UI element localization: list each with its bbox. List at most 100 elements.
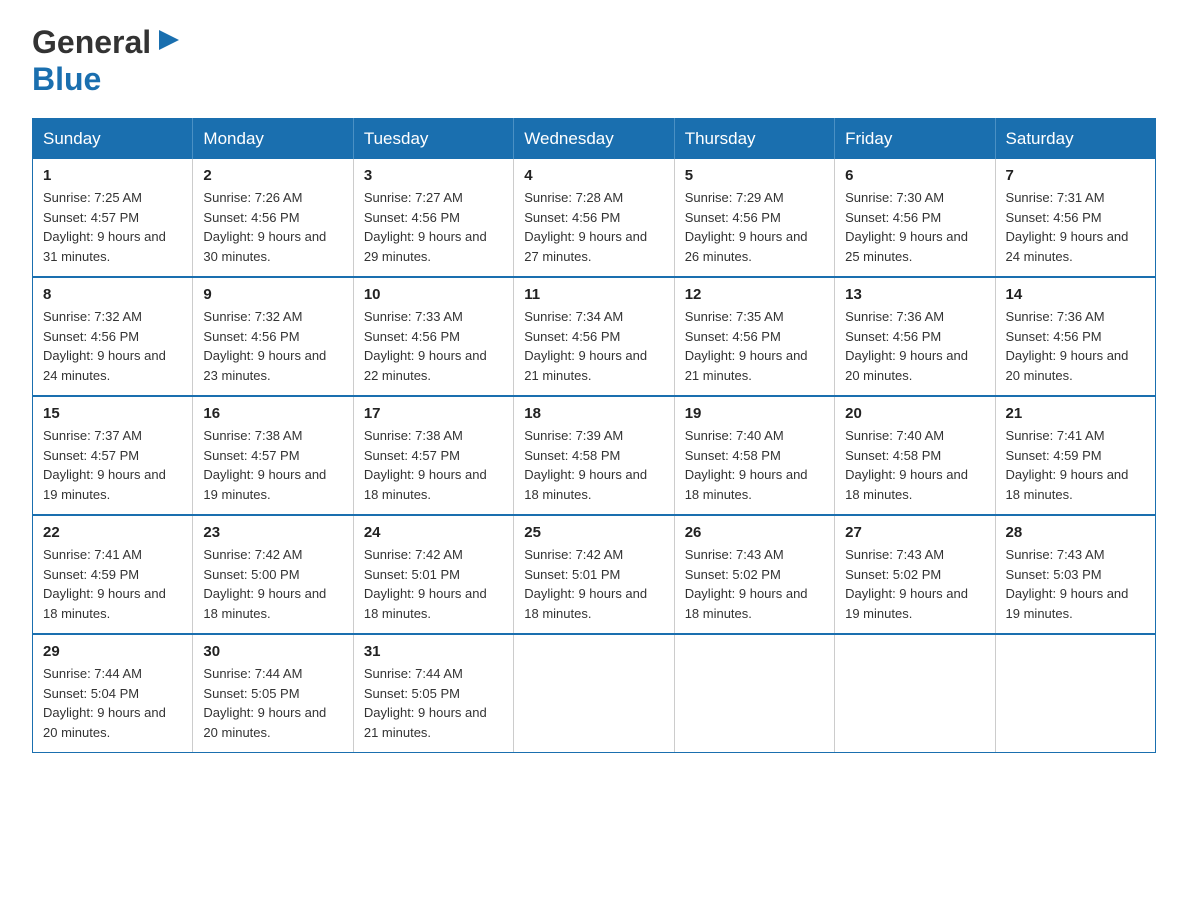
day-info: Sunrise: 7:25 AM Sunset: 4:57 PM Dayligh… — [43, 188, 182, 266]
sunrise-label: Sunrise: 7:26 AM — [203, 190, 302, 205]
sunrise-label: Sunrise: 7:35 AM — [685, 309, 784, 324]
week-row-3: 15 Sunrise: 7:37 AM Sunset: 4:57 PM Dayl… — [33, 396, 1156, 515]
daylight-label: Daylight: 9 hours and 23 minutes. — [203, 348, 326, 383]
daylight-label: Daylight: 9 hours and 18 minutes. — [1006, 467, 1129, 502]
day-info: Sunrise: 7:38 AM Sunset: 4:57 PM Dayligh… — [203, 426, 342, 504]
sunset-label: Sunset: 4:56 PM — [524, 329, 620, 344]
day-number: 3 — [364, 167, 503, 184]
calendar-cell: 31 Sunrise: 7:44 AM Sunset: 5:05 PM Dayl… — [353, 634, 513, 753]
sunset-label: Sunset: 4:56 PM — [203, 329, 299, 344]
day-info: Sunrise: 7:29 AM Sunset: 4:56 PM Dayligh… — [685, 188, 824, 266]
calendar-cell: 26 Sunrise: 7:43 AM Sunset: 5:02 PM Dayl… — [674, 515, 834, 634]
calendar-cell: 18 Sunrise: 7:39 AM Sunset: 4:58 PM Dayl… — [514, 396, 674, 515]
sunrise-label: Sunrise: 7:32 AM — [203, 309, 302, 324]
daylight-label: Daylight: 9 hours and 20 minutes. — [1006, 348, 1129, 383]
sunrise-label: Sunrise: 7:28 AM — [524, 190, 623, 205]
day-number: 18 — [524, 405, 663, 422]
logo: General Blue — [32, 24, 183, 98]
calendar-cell: 1 Sunrise: 7:25 AM Sunset: 4:57 PM Dayli… — [33, 159, 193, 277]
day-info: Sunrise: 7:32 AM Sunset: 4:56 PM Dayligh… — [203, 307, 342, 385]
calendar-cell: 8 Sunrise: 7:32 AM Sunset: 4:56 PM Dayli… — [33, 277, 193, 396]
sunrise-label: Sunrise: 7:40 AM — [845, 428, 944, 443]
calendar-cell: 3 Sunrise: 7:27 AM Sunset: 4:56 PM Dayli… — [353, 159, 513, 277]
week-row-2: 8 Sunrise: 7:32 AM Sunset: 4:56 PM Dayli… — [33, 277, 1156, 396]
calendar-cell: 30 Sunrise: 7:44 AM Sunset: 5:05 PM Dayl… — [193, 634, 353, 753]
calendar-cell: 29 Sunrise: 7:44 AM Sunset: 5:04 PM Dayl… — [33, 634, 193, 753]
day-number: 27 — [845, 524, 984, 541]
logo-blue-text: Blue — [32, 61, 101, 97]
daylight-label: Daylight: 9 hours and 18 minutes. — [524, 586, 647, 621]
sunrise-label: Sunrise: 7:41 AM — [43, 547, 142, 562]
daylight-label: Daylight: 9 hours and 21 minutes. — [685, 348, 808, 383]
weekday-header-row: SundayMondayTuesdayWednesdayThursdayFrid… — [33, 119, 1156, 160]
calendar-cell: 20 Sunrise: 7:40 AM Sunset: 4:58 PM Dayl… — [835, 396, 995, 515]
day-number: 26 — [685, 524, 824, 541]
sunrise-label: Sunrise: 7:41 AM — [1006, 428, 1105, 443]
calendar-cell: 28 Sunrise: 7:43 AM Sunset: 5:03 PM Dayl… — [995, 515, 1155, 634]
day-number: 31 — [364, 643, 503, 660]
day-info: Sunrise: 7:44 AM Sunset: 5:05 PM Dayligh… — [364, 664, 503, 742]
daylight-label: Daylight: 9 hours and 30 minutes. — [203, 229, 326, 264]
day-number: 28 — [1006, 524, 1145, 541]
weekday-header-sunday: Sunday — [33, 119, 193, 160]
sunrise-label: Sunrise: 7:36 AM — [1006, 309, 1105, 324]
day-number: 19 — [685, 405, 824, 422]
day-info: Sunrise: 7:38 AM Sunset: 4:57 PM Dayligh… — [364, 426, 503, 504]
daylight-label: Daylight: 9 hours and 21 minutes. — [524, 348, 647, 383]
sunrise-label: Sunrise: 7:38 AM — [203, 428, 302, 443]
sunset-label: Sunset: 4:56 PM — [845, 210, 941, 225]
sunrise-label: Sunrise: 7:43 AM — [1006, 547, 1105, 562]
sunset-label: Sunset: 4:56 PM — [1006, 329, 1102, 344]
day-info: Sunrise: 7:33 AM Sunset: 4:56 PM Dayligh… — [364, 307, 503, 385]
calendar-cell: 12 Sunrise: 7:35 AM Sunset: 4:56 PM Dayl… — [674, 277, 834, 396]
sunset-label: Sunset: 4:59 PM — [43, 567, 139, 582]
calendar-cell: 24 Sunrise: 7:42 AM Sunset: 5:01 PM Dayl… — [353, 515, 513, 634]
daylight-label: Daylight: 9 hours and 19 minutes. — [845, 586, 968, 621]
day-number: 14 — [1006, 286, 1145, 303]
calendar-cell: 23 Sunrise: 7:42 AM Sunset: 5:00 PM Dayl… — [193, 515, 353, 634]
calendar-cell: 13 Sunrise: 7:36 AM Sunset: 4:56 PM Dayl… — [835, 277, 995, 396]
sunrise-label: Sunrise: 7:39 AM — [524, 428, 623, 443]
day-number: 2 — [203, 167, 342, 184]
sunset-label: Sunset: 4:57 PM — [43, 210, 139, 225]
day-info: Sunrise: 7:43 AM Sunset: 5:02 PM Dayligh… — [845, 545, 984, 623]
sunset-label: Sunset: 4:59 PM — [1006, 448, 1102, 463]
day-number: 23 — [203, 524, 342, 541]
sunrise-label: Sunrise: 7:29 AM — [685, 190, 784, 205]
calendar-cell: 10 Sunrise: 7:33 AM Sunset: 4:56 PM Dayl… — [353, 277, 513, 396]
day-info: Sunrise: 7:44 AM Sunset: 5:05 PM Dayligh… — [203, 664, 342, 742]
day-info: Sunrise: 7:37 AM Sunset: 4:57 PM Dayligh… — [43, 426, 182, 504]
calendar-cell: 7 Sunrise: 7:31 AM Sunset: 4:56 PM Dayli… — [995, 159, 1155, 277]
daylight-label: Daylight: 9 hours and 18 minutes. — [43, 586, 166, 621]
day-number: 1 — [43, 167, 182, 184]
logo-general-text: General — [32, 24, 151, 61]
daylight-label: Daylight: 9 hours and 20 minutes. — [203, 705, 326, 740]
page-header: General Blue — [32, 24, 1156, 98]
weekday-header-friday: Friday — [835, 119, 995, 160]
day-info: Sunrise: 7:42 AM Sunset: 5:01 PM Dayligh… — [364, 545, 503, 623]
sunset-label: Sunset: 5:02 PM — [685, 567, 781, 582]
weekday-header-tuesday: Tuesday — [353, 119, 513, 160]
sunrise-label: Sunrise: 7:40 AM — [685, 428, 784, 443]
day-info: Sunrise: 7:31 AM Sunset: 4:56 PM Dayligh… — [1006, 188, 1145, 266]
weekday-header-monday: Monday — [193, 119, 353, 160]
calendar-cell: 5 Sunrise: 7:29 AM Sunset: 4:56 PM Dayli… — [674, 159, 834, 277]
sunrise-label: Sunrise: 7:37 AM — [43, 428, 142, 443]
daylight-label: Daylight: 9 hours and 19 minutes. — [43, 467, 166, 502]
daylight-label: Daylight: 9 hours and 24 minutes. — [1006, 229, 1129, 264]
day-number: 30 — [203, 643, 342, 660]
sunset-label: Sunset: 5:04 PM — [43, 686, 139, 701]
sunset-label: Sunset: 4:56 PM — [43, 329, 139, 344]
day-info: Sunrise: 7:36 AM Sunset: 4:56 PM Dayligh… — [845, 307, 984, 385]
sunrise-label: Sunrise: 7:33 AM — [364, 309, 463, 324]
day-number: 5 — [685, 167, 824, 184]
day-info: Sunrise: 7:43 AM Sunset: 5:03 PM Dayligh… — [1006, 545, 1145, 623]
day-number: 29 — [43, 643, 182, 660]
sunset-label: Sunset: 4:56 PM — [364, 210, 460, 225]
sunrise-label: Sunrise: 7:43 AM — [845, 547, 944, 562]
daylight-label: Daylight: 9 hours and 25 minutes. — [845, 229, 968, 264]
sunset-label: Sunset: 4:58 PM — [845, 448, 941, 463]
daylight-label: Daylight: 9 hours and 18 minutes. — [364, 467, 487, 502]
calendar-cell: 22 Sunrise: 7:41 AM Sunset: 4:59 PM Dayl… — [33, 515, 193, 634]
daylight-label: Daylight: 9 hours and 18 minutes. — [685, 586, 808, 621]
